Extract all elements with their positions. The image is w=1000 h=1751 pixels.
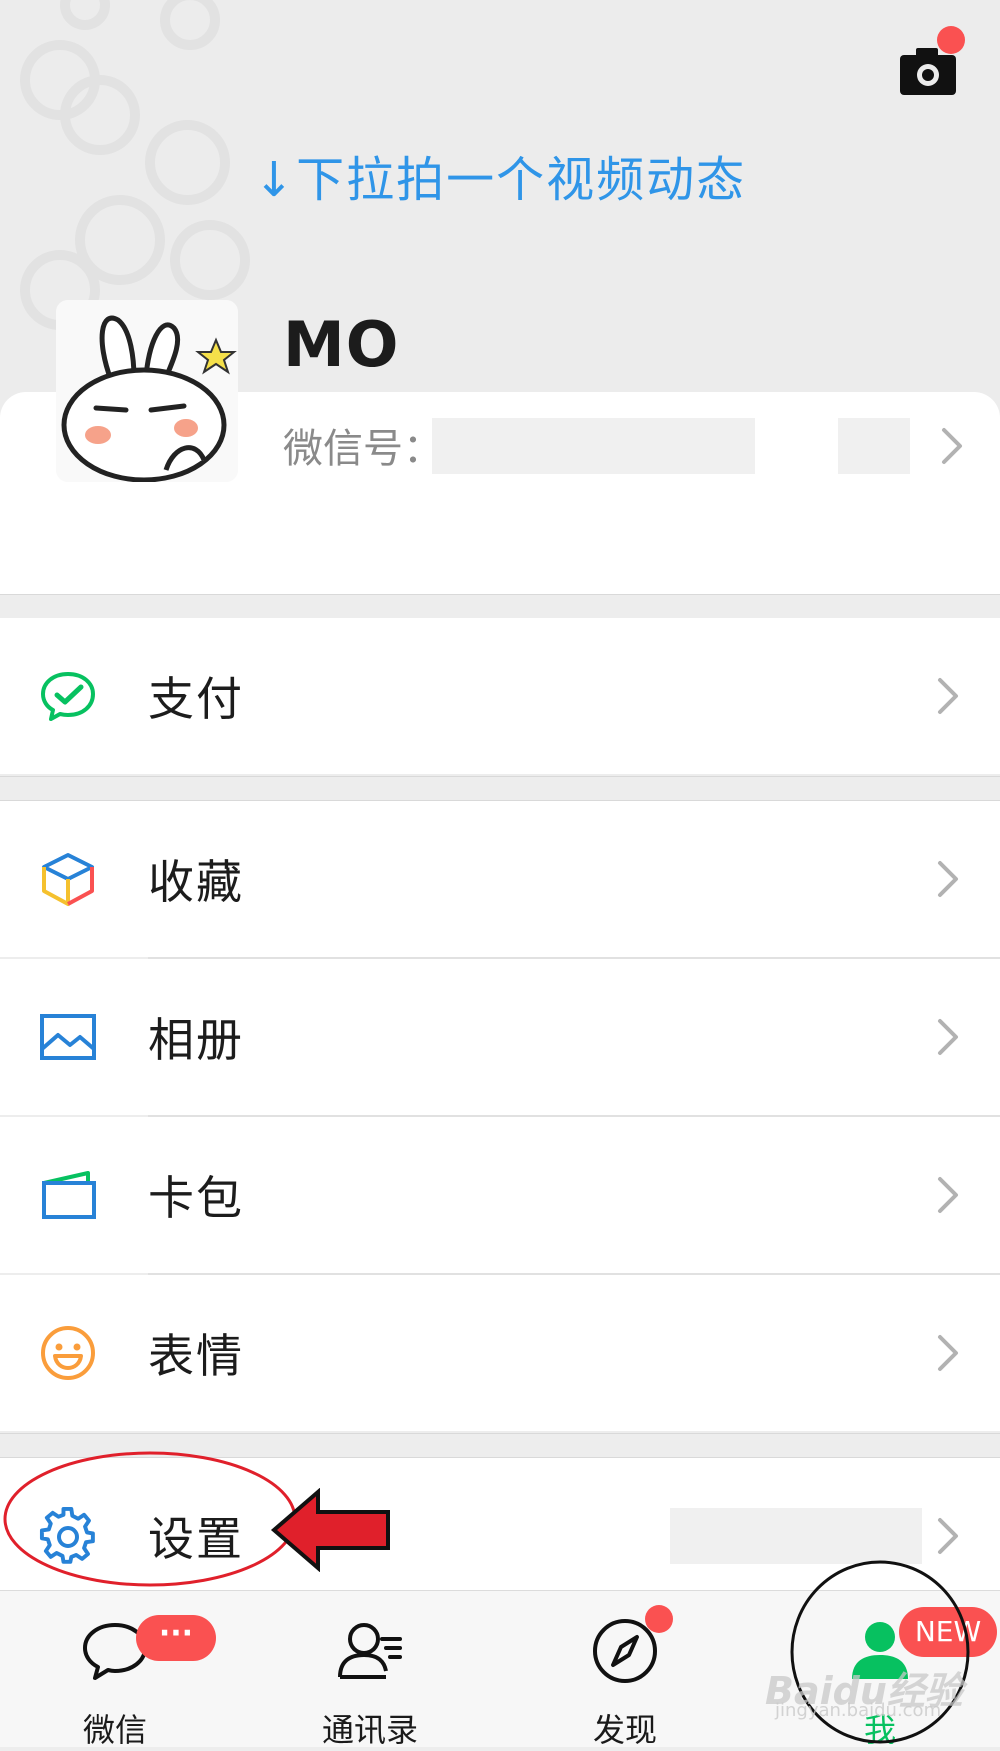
cube-icon xyxy=(38,849,98,909)
section-separator xyxy=(0,1433,1000,1434)
tab-contacts[interactable]: 通讯录 xyxy=(270,1591,470,1749)
tab-label: 通讯录 xyxy=(321,1711,418,1749)
menu-item-pay[interactable]: 支付 xyxy=(0,618,1000,774)
picture-icon xyxy=(38,1007,98,1067)
tab-label: 微信 xyxy=(82,1711,147,1749)
menu-item-favorites[interactable]: 收藏 xyxy=(0,801,1000,957)
menu-item-label: 收藏 xyxy=(148,855,244,909)
wechat-pay-icon xyxy=(38,666,98,726)
tab-discover[interactable]: 发现 xyxy=(525,1591,725,1749)
chevron-right-icon xyxy=(934,1017,964,1057)
pull-down-hint[interactable]: ↓下拉拍一个视频动态 xyxy=(0,140,1000,210)
menu-item-label: 支付 xyxy=(148,672,244,726)
profile-name: MO xyxy=(283,308,400,381)
section-separator xyxy=(0,776,1000,777)
contacts-icon xyxy=(334,1615,406,1687)
camera-icon[interactable] xyxy=(898,45,958,97)
chevron-right-icon xyxy=(934,676,964,716)
wallet-icon xyxy=(38,1165,98,1225)
section-separator xyxy=(0,594,1000,595)
decor-bubble xyxy=(160,0,220,50)
decor-bubble xyxy=(170,220,250,300)
chevron-right-icon xyxy=(934,1175,964,1215)
menu-item-stickers[interactable]: 表情 xyxy=(0,1275,1000,1431)
wechat-id-value-redacted xyxy=(432,418,755,474)
menu-item-label: 相册 xyxy=(148,1013,244,1067)
avatar[interactable] xyxy=(56,300,238,482)
chevron-right-icon xyxy=(934,1516,964,1556)
smiley-icon xyxy=(38,1323,98,1383)
decor-bubble xyxy=(60,0,110,30)
chevron-right-icon xyxy=(934,1333,964,1373)
annotation-red-ellipse xyxy=(2,1450,298,1588)
watermark-url: jingyan.baidu.com xyxy=(775,1700,942,1721)
chats-unread-badge: ··· xyxy=(136,1615,216,1661)
redacted-area xyxy=(670,1508,922,1564)
wechat-id-label: 微信号： xyxy=(283,426,443,472)
menu-item-cards[interactable]: 卡包 xyxy=(0,1117,1000,1273)
menu-item-album[interactable]: 相册 xyxy=(0,959,1000,1115)
discover-notification-dot xyxy=(645,1605,673,1633)
annotation-red-arrow-icon xyxy=(270,1487,392,1573)
chevron-right-icon xyxy=(934,859,964,899)
menu-item-label: 表情 xyxy=(148,1329,244,1383)
chevron-right-icon xyxy=(938,426,968,466)
tab-label: 发现 xyxy=(592,1711,657,1749)
qr-code-icon-redacted[interactable] xyxy=(838,418,910,474)
menu-item-label: 卡包 xyxy=(148,1171,244,1225)
